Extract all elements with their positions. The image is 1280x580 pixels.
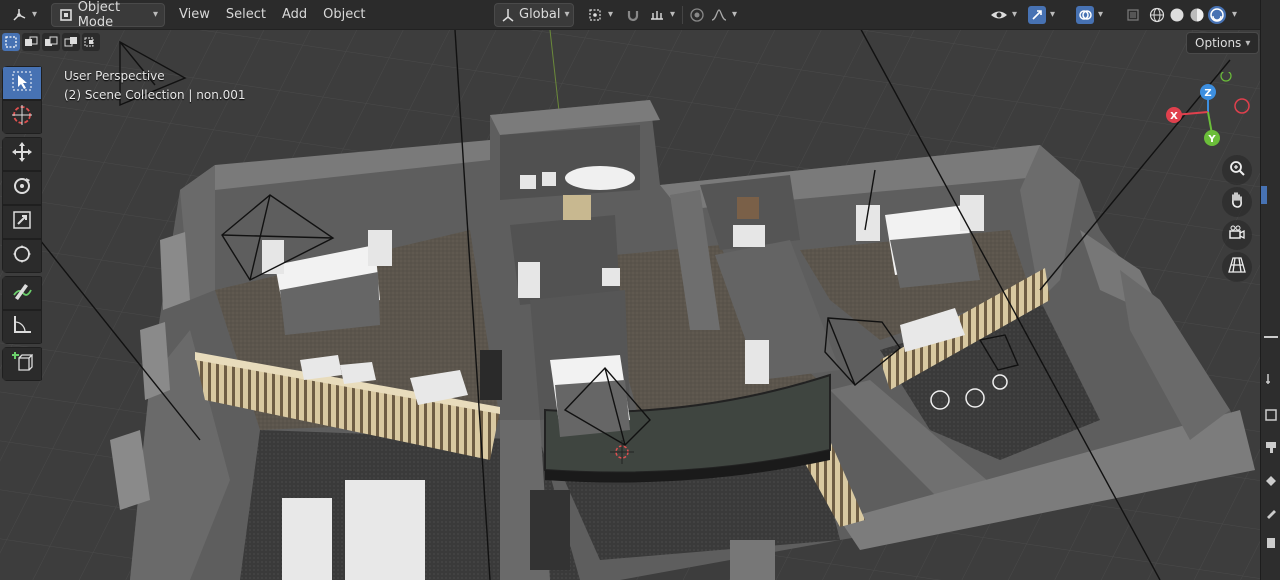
material-shading-icon[interactable]: [1188, 6, 1206, 24]
view-perspective-label: User Perspective: [64, 69, 165, 83]
measure-icon: [11, 314, 33, 340]
orientation-label: Global: [519, 7, 561, 22]
gizmo-x-label: X: [1170, 111, 1178, 122]
chevron-down-icon: ▾: [608, 9, 614, 20]
selection-mode-group: [2, 33, 100, 53]
xray-icon: [1124, 6, 1142, 24]
3d-viewport[interactable]: ▾ Object Mode ▾ View Select Add Object G…: [0, 0, 1280, 580]
tool-tab-icon[interactable]: [1264, 440, 1278, 454]
viewport-info: User Perspective (2) Scene Collection | …: [64, 67, 246, 105]
snap-increment-icon: [648, 6, 666, 24]
ortho-toggle-button[interactable]: [1222, 252, 1252, 282]
chevron-down-icon: ▾: [1232, 9, 1238, 20]
header-menus: View Select Add Object: [171, 3, 373, 27]
chevron-down-icon: ▾: [153, 9, 159, 20]
side-panel-tabs: [1260, 0, 1280, 580]
shading-modes: ▾: [1146, 3, 1239, 27]
select-box-icon: [11, 70, 33, 96]
chevron-down-icon: ▾: [32, 9, 38, 20]
chevron-down-icon: ▾: [732, 9, 738, 20]
transform-orientation-selector[interactable]: Global ▾: [494, 2, 574, 27]
hand-pan-icon: [1228, 191, 1246, 213]
menu-select[interactable]: Select: [218, 3, 274, 27]
camera-icon: [1228, 224, 1246, 246]
options-label: Options: [1195, 36, 1242, 50]
gizmo-neg-y[interactable]: [1220, 72, 1232, 82]
add-cube-icon: [11, 351, 34, 377]
annotate-tool[interactable]: [2, 276, 42, 310]
zoom-button[interactable]: [1222, 155, 1252, 185]
cursor-tool[interactable]: [2, 100, 42, 134]
eye-selectability-icon: [990, 6, 1008, 24]
move-tool[interactable]: [2, 137, 42, 171]
view-tab-icon[interactable]: [1264, 474, 1278, 488]
collection-label: (2) Scene Collection | non.001: [64, 88, 246, 102]
panel-divider-icon: [1264, 336, 1278, 342]
scale-icon: [11, 209, 33, 235]
viewport-header: ▾ Object Mode ▾ View Select Add Object G…: [0, 0, 1260, 30]
measure-tool[interactable]: [2, 310, 42, 344]
edit-tab-icon[interactable]: [1264, 506, 1278, 520]
chevron-down-icon: ▾: [1012, 9, 1018, 20]
pan-button[interactable]: [1222, 187, 1252, 217]
select-invert-icon[interactable]: [62, 33, 80, 51]
mode-label: Object Mode: [77, 0, 121, 30]
gizmo-z-label: Z: [1204, 88, 1211, 99]
menu-add[interactable]: Add: [274, 3, 315, 27]
rendered-shading-icon[interactable]: [1208, 5, 1226, 24]
visibility-button[interactable]: ▾: [984, 3, 1023, 27]
chevron-down-icon: ▾: [1050, 9, 1056, 20]
global-axes-icon: [501, 6, 515, 24]
select-box-tool[interactable]: [2, 66, 42, 100]
scale-tool[interactable]: [2, 205, 42, 239]
gizmo-toggle[interactable]: ▾: [1022, 3, 1061, 27]
item-tab-icon[interactable]: [1264, 408, 1278, 422]
rotate-tool[interactable]: [2, 171, 42, 205]
grid-ortho-icon: [1228, 256, 1246, 278]
gizmo-neg-x[interactable]: [1234, 98, 1250, 114]
options-dropdown[interactable]: Options ▾: [1186, 32, 1260, 54]
pivot-point-button[interactable]: ▾: [580, 3, 619, 27]
tool-shelf: [2, 66, 44, 384]
sidebar-tab-indicator[interactable]: [1261, 186, 1267, 204]
move-icon: [11, 141, 33, 167]
select-extend-icon[interactable]: [22, 33, 40, 51]
select-subtract-icon[interactable]: [42, 33, 60, 51]
editor-type-button[interactable]: ▾: [4, 3, 43, 27]
annotate-icon: [11, 280, 33, 306]
camera-view-button[interactable]: [1222, 220, 1252, 250]
chevron-down-icon: ▾: [1245, 37, 1251, 49]
chevron-down-icon: ▾: [564, 9, 570, 20]
extra-tab-icon[interactable]: [1264, 536, 1278, 550]
xray-toggle[interactable]: [1118, 3, 1148, 27]
gizmo-y-label: Y: [1207, 134, 1216, 145]
rotate-icon: [11, 175, 33, 201]
solid-shading-icon[interactable]: [1168, 6, 1186, 24]
navigation-gizmo[interactable]: Z X Y: [1160, 72, 1260, 152]
proportional-falloff-button[interactable]: ▾: [704, 3, 743, 27]
snap-target-button[interactable]: ▾: [642, 3, 681, 27]
transform-tool[interactable]: [2, 239, 42, 273]
gizmo-arrow-icon: [1028, 5, 1046, 24]
overlays-toggle[interactable]: ▾: [1070, 3, 1109, 27]
menu-view[interactable]: View: [171, 3, 218, 27]
menu-object[interactable]: Object: [315, 3, 373, 27]
select-new-icon[interactable]: [2, 33, 20, 51]
chevron-down-icon: ▾: [1098, 9, 1104, 20]
wireframe-shading-icon[interactable]: [1148, 6, 1166, 24]
tool-settings-icon[interactable]: [1264, 372, 1278, 386]
magnet-icon: [624, 6, 642, 24]
select-intersect-icon[interactable]: [82, 33, 100, 51]
object-mode-icon: [58, 6, 74, 24]
overlay-circles-icon: [1076, 5, 1094, 24]
chevron-down-icon: ▾: [670, 9, 676, 20]
cursor-icon: [11, 104, 33, 130]
axes-gizmo-icon: [10, 6, 28, 24]
add-cube-tool[interactable]: [2, 347, 42, 381]
transform-icon: [11, 243, 33, 269]
zoom-icon: [1228, 159, 1246, 181]
mode-selector[interactable]: Object Mode ▾: [51, 0, 166, 30]
pivot-icon: [586, 6, 604, 24]
falloff-curve-icon: [710, 6, 728, 24]
